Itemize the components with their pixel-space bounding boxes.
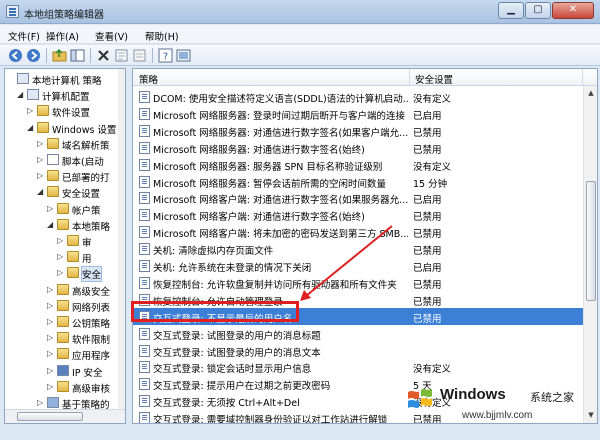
- watermark-url: www.bjjmlv.com: [462, 410, 533, 421]
- watermark: Windows 系统之家 www.bjjmlv.com: [400, 378, 596, 436]
- watermark-subtitle: 系统之家: [530, 391, 574, 404]
- annotation-arrow: [300, 225, 393, 301]
- windows-logo-icon: [408, 389, 432, 408]
- policy-editor-window: 本地组策略编辑器 ▁ ▢ ✕ 文件(F) 操作(A) 查看(V) 帮助(H) ?…: [0, 0, 600, 440]
- watermark-title: Windows: [440, 386, 506, 403]
